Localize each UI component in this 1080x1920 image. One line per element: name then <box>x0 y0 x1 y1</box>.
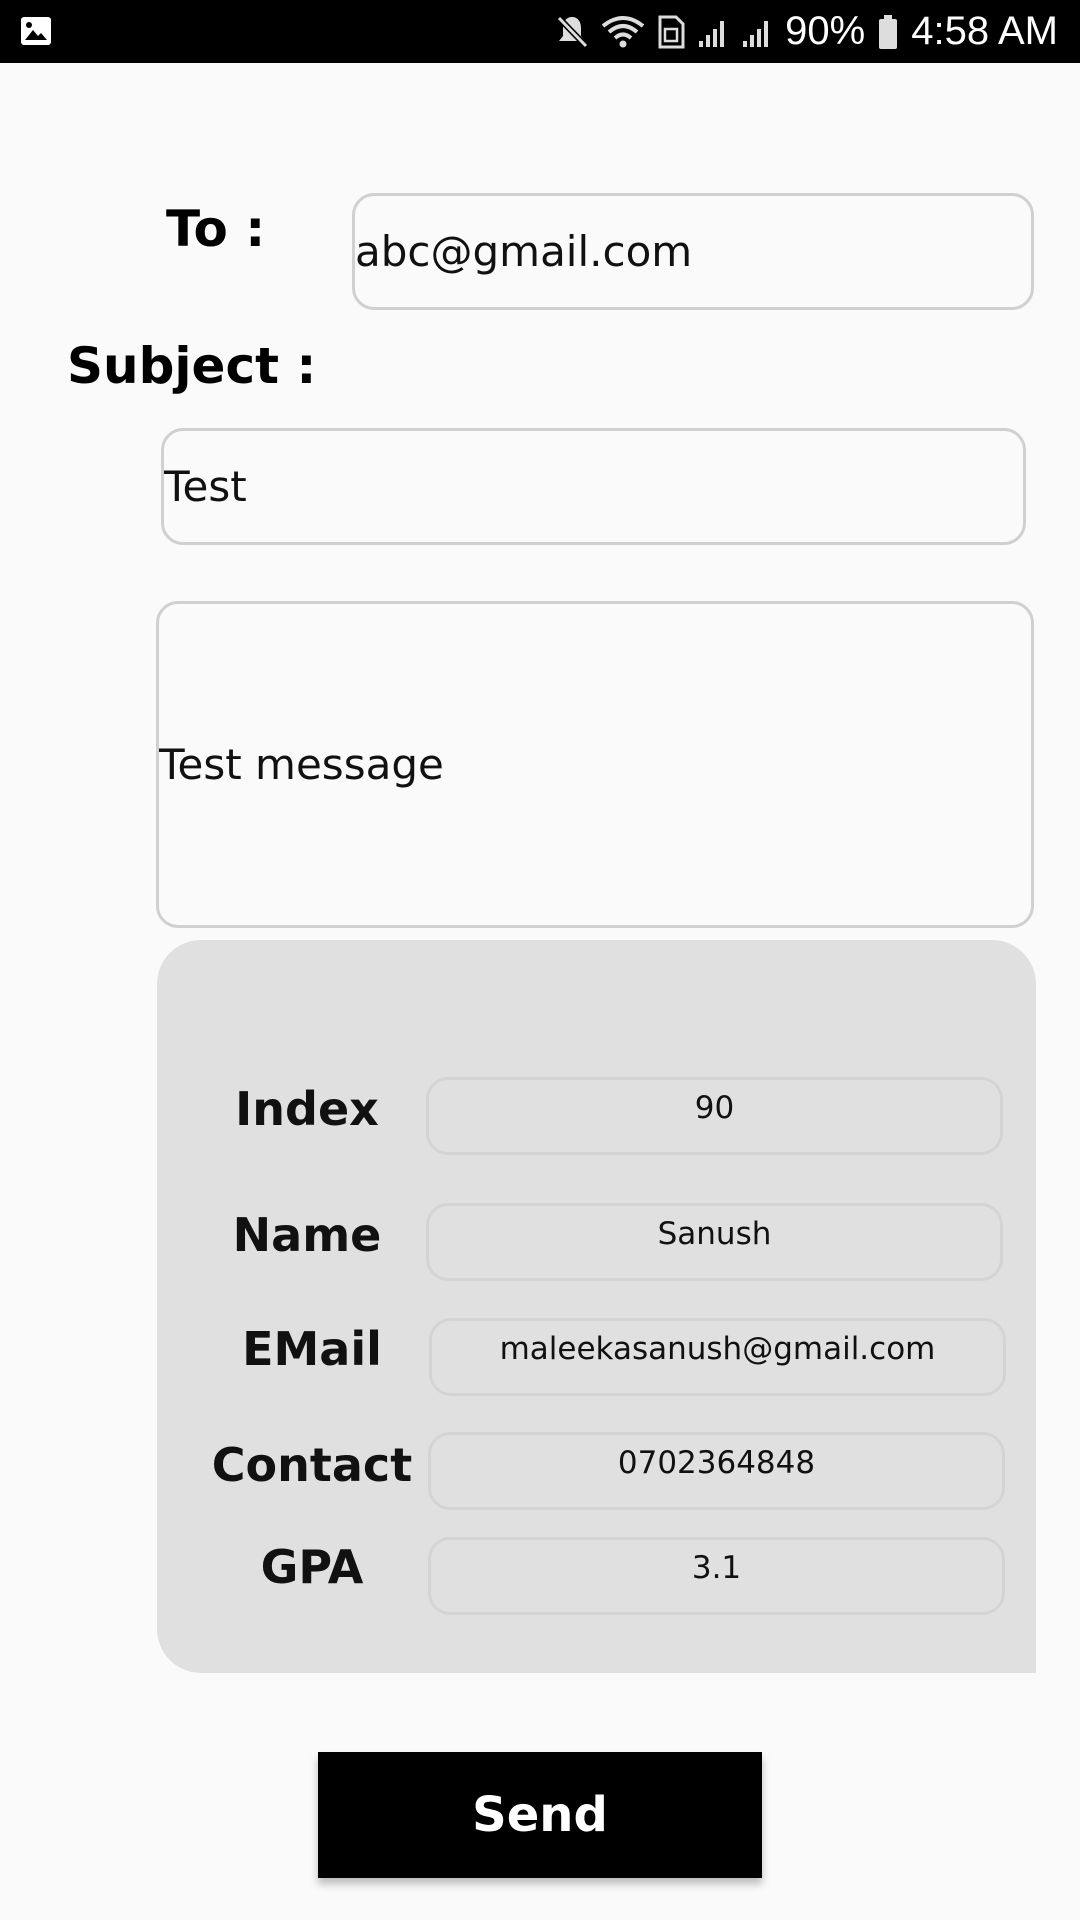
name-label: Name <box>232 1208 382 1262</box>
index-label: Index <box>235 1082 379 1136</box>
battery-icon <box>877 14 899 50</box>
gpa-label: GPA <box>260 1540 364 1594</box>
to-label: To : <box>166 200 266 258</box>
to-value: abc@gmail.com <box>355 227 693 276</box>
message-field[interactable]: Test message <box>156 601 1034 928</box>
status-bar: 90% 4:58 AM <box>0 0 1080 63</box>
name-field[interactable]: Sanush <box>426 1203 1003 1281</box>
name-value: Sanush <box>657 1216 772 1252</box>
email-field[interactable]: maleekasanush@gmail.com <box>429 1318 1006 1396</box>
subject-label: Subject : <box>67 337 317 395</box>
index-field[interactable]: 90 <box>426 1077 1003 1155</box>
battery-percent: 90% <box>785 9 866 53</box>
to-field[interactable]: abc@gmail.com <box>352 193 1034 310</box>
gpa-field[interactable]: 3.1 <box>428 1537 1005 1615</box>
gallery-icon <box>20 16 52 50</box>
signal-icon <box>741 15 773 49</box>
student-details-card: Index 90 Name Sanush EMail maleekasanush… <box>157 940 1036 1673</box>
gpa-value: 3.1 <box>691 1550 742 1586</box>
index-value: 90 <box>694 1090 735 1126</box>
signal-icon <box>697 15 729 49</box>
contact-label: Contact <box>211 1438 413 1492</box>
subject-field[interactable]: Test <box>161 428 1026 545</box>
wifi-icon <box>601 14 645 50</box>
email-value: maleekasanush@gmail.com <box>499 1331 936 1367</box>
sim-icon <box>657 14 685 50</box>
clock: 4:58 AM <box>911 9 1058 53</box>
contact-field[interactable]: 0702364848 <box>428 1432 1005 1510</box>
email-label: EMail <box>242 1322 382 1376</box>
message-value: Test message <box>159 740 444 789</box>
contact-value: 0702364848 <box>617 1445 816 1481</box>
send-button[interactable]: Send <box>318 1752 762 1878</box>
mute-icon <box>555 14 589 50</box>
subject-value: Test <box>164 462 247 511</box>
